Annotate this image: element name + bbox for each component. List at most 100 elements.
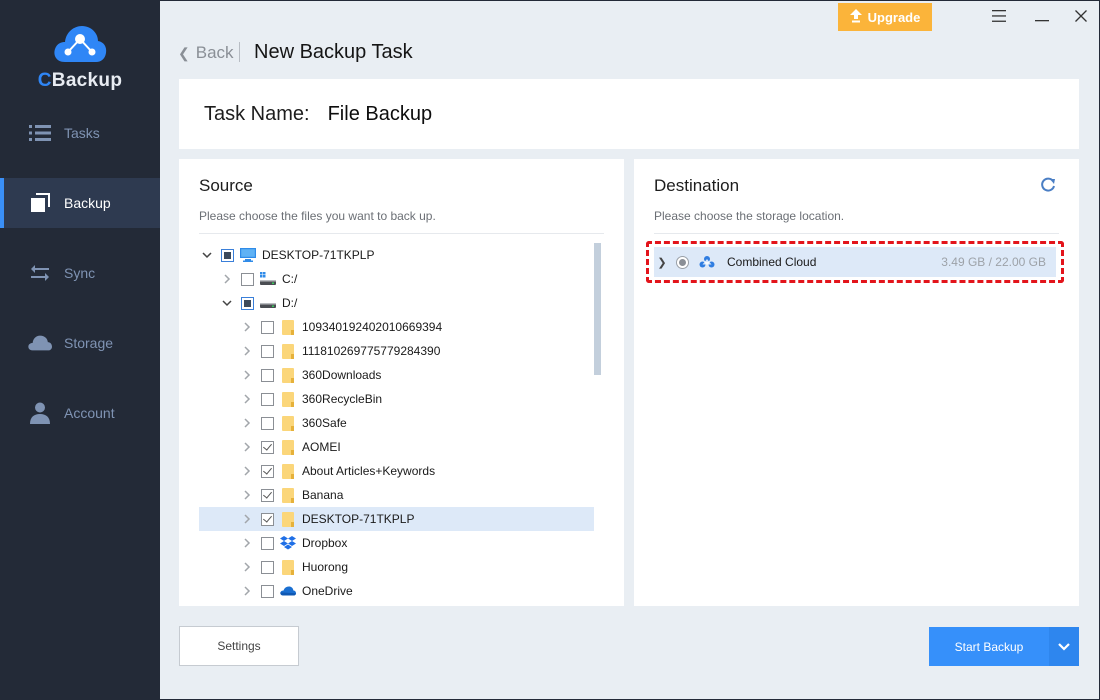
hamburger-icon — [992, 10, 1006, 22]
tree-row[interactable]: 111810269775779284390 — [199, 339, 594, 363]
folder-icon — [280, 463, 296, 479]
destination-size: 3.49 GB / 22.00 GB — [941, 255, 1046, 269]
chevron-right-icon[interactable] — [241, 585, 253, 597]
tree-item-label: AOMEI — [302, 440, 341, 454]
tree-checkbox[interactable] — [261, 320, 274, 334]
destination-name: Combined Cloud — [727, 255, 817, 269]
chevron-right-icon[interactable] — [221, 273, 233, 285]
chevron-right-icon[interactable] — [241, 513, 253, 525]
tree-row[interactable]: Dropbox — [199, 531, 594, 555]
sidebar-item-account[interactable]: Account — [0, 388, 160, 438]
tree-row[interactable]: AOMEI — [199, 435, 594, 459]
chevron-right-icon[interactable] — [241, 465, 253, 477]
tree-row[interactable]: About Articles+Keywords — [199, 459, 594, 483]
start-backup-dropdown[interactable] — [1049, 627, 1079, 666]
dropbox-icon — [280, 535, 296, 551]
chevron-right-icon[interactable] — [241, 369, 253, 381]
tree-checkbox[interactable] — [241, 272, 254, 286]
tree-row[interactable]: C:/ — [199, 267, 594, 291]
chevron-right-icon[interactable] — [241, 393, 253, 405]
start-backup-button[interactable]: Start Backup — [929, 627, 1049, 666]
source-file-tree: DESKTOP-71TKPLP C:/ D:/ 1093401924020106693… — [199, 243, 594, 603]
app-logo: CBackup — [0, 24, 160, 92]
source-title: Source — [199, 176, 253, 195]
user-icon — [28, 401, 52, 425]
source-scrollbar[interactable] — [594, 243, 601, 375]
back-button[interactable]: ❮ Back — [178, 43, 234, 63]
close-button[interactable] — [1066, 5, 1096, 27]
tree-row[interactable]: Banana — [199, 483, 594, 507]
combined-cloud-icon — [699, 254, 715, 270]
source-subtitle: Please choose the files you want to back… — [199, 209, 436, 223]
header-divider — [239, 42, 240, 62]
brand-name: CBackup — [37, 70, 123, 91]
upgrade-button[interactable]: Upgrade — [838, 3, 932, 31]
tree-row[interactable]: 360RecycleBin — [199, 387, 594, 411]
minimize-button[interactable] — [1027, 5, 1057, 27]
menu-button[interactable] — [984, 5, 1014, 27]
tree-row[interactable]: 360Safe — [199, 411, 594, 435]
tree-checkbox[interactable] — [261, 392, 274, 406]
tree-checkbox[interactable] — [261, 560, 274, 574]
sidebar-item-sync[interactable]: Sync — [0, 248, 160, 298]
tree-row[interactable]: DESKTOP-71TKPLP — [199, 507, 594, 531]
tree-checkbox[interactable] — [261, 440, 274, 454]
chevron-right-icon[interactable]: ❯ — [656, 256, 668, 269]
chevron-right-icon[interactable] — [241, 345, 253, 357]
destination-item-combined-cloud[interactable]: ❯ Combined Cloud 3.49 GB / 22.00 GB — [654, 247, 1056, 277]
sidebar-item-label: Backup — [64, 195, 111, 211]
sidebar-item-label: Tasks — [64, 125, 100, 141]
tree-item-label: About Articles+Keywords — [302, 464, 436, 478]
tree-checkbox[interactable] — [261, 464, 274, 478]
tree-row[interactable]: 360Downloads — [199, 363, 594, 387]
sidebar-item-tasks[interactable]: Tasks — [0, 108, 160, 158]
tree-checkbox[interactable] — [261, 368, 274, 382]
page-title: New Backup Task — [254, 41, 413, 63]
tree-checkbox[interactable] — [261, 584, 274, 598]
folder-icon — [280, 559, 296, 575]
chevron-right-icon[interactable] — [241, 537, 253, 549]
tree-item-label: 360Safe — [302, 416, 347, 430]
task-name-label: Task Name: — [204, 102, 310, 125]
tree-row[interactable]: OneDrive — [199, 579, 594, 603]
refresh-button[interactable] — [1039, 176, 1059, 196]
tree-item-label: OneDrive — [302, 584, 353, 598]
sidebar-item-label: Sync — [64, 265, 96, 281]
tree-checkbox[interactable] — [261, 416, 274, 430]
tree-item-label: DESKTOP-71TKPLP — [302, 512, 415, 526]
upgrade-label: Upgrade — [867, 9, 921, 25]
tree-row[interactable]: 109340192402010669394 — [199, 315, 594, 339]
tree-checkbox[interactable] — [261, 536, 274, 550]
chevron-down-icon[interactable] — [201, 249, 213, 261]
tree-item-label: 109340192402010669394 — [302, 320, 443, 334]
chevron-right-icon[interactable] — [241, 441, 253, 453]
main-area: ❮ Back New Backup Task Upgrade Task Name… — [160, 1, 1099, 699]
tree-checkbox[interactable] — [221, 248, 234, 262]
chevron-right-icon[interactable] — [241, 561, 253, 573]
tree-row[interactable]: D:/ — [199, 291, 594, 315]
cbackup-logo-icon — [54, 26, 107, 62]
tree-row[interactable]: Huorong — [199, 555, 594, 579]
sidebar-item-backup[interactable]: Backup — [0, 178, 160, 228]
chevron-down-icon[interactable] — [221, 297, 233, 309]
tree-item-label: C:/ — [282, 272, 298, 286]
sidebar-item-storage[interactable]: Storage — [0, 318, 160, 368]
tree-checkbox[interactable] — [241, 296, 254, 310]
task-name-input[interactable]: File Backup — [328, 103, 433, 126]
sidebar-item-label: Account — [64, 405, 115, 421]
tree-checkbox[interactable] — [261, 512, 274, 526]
tree-checkbox[interactable] — [261, 344, 274, 358]
tree-row[interactable]: DESKTOP-71TKPLP — [199, 243, 594, 267]
folder-icon — [280, 487, 296, 503]
settings-button[interactable]: Settings — [179, 626, 299, 666]
computer-icon — [240, 247, 256, 263]
destination-radio[interactable] — [676, 255, 689, 269]
tree-checkbox[interactable] — [261, 488, 274, 502]
chevron-right-icon[interactable] — [241, 417, 253, 429]
folder-icon — [280, 439, 296, 455]
folder-icon — [280, 319, 296, 335]
onedrive-icon — [280, 583, 296, 599]
chevron-right-icon[interactable] — [241, 489, 253, 501]
tree-item-label: D:/ — [282, 296, 298, 310]
chevron-right-icon[interactable] — [241, 321, 253, 333]
